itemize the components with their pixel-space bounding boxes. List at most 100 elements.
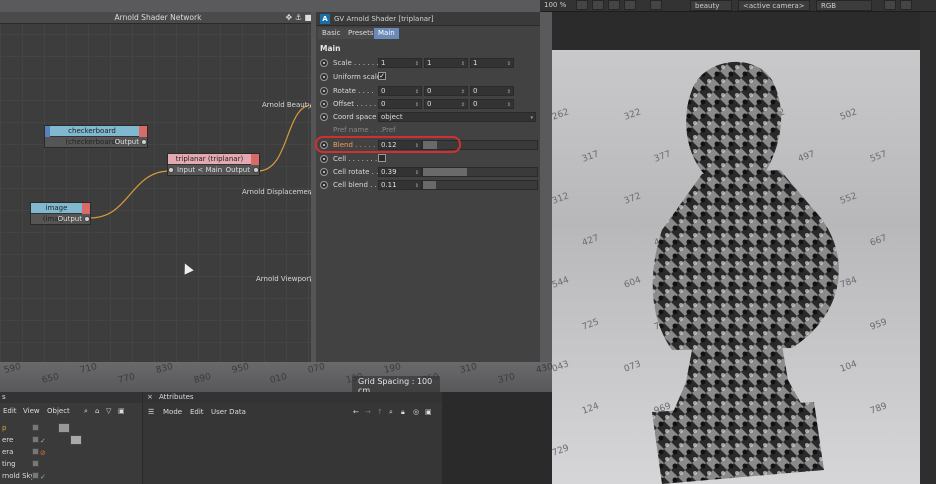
lock-icon[interactable]: 🔒︎ [401, 407, 405, 418]
spinner-icon[interactable]: ⇕ [415, 101, 419, 109]
grid-icon[interactable] [624, 0, 636, 10]
image-output-row[interactable]: Output [31, 214, 90, 224]
spinner-icon[interactable]: ⇕ [415, 60, 419, 68]
uniform-scale-keyframe-toggle[interactable] [320, 73, 328, 81]
triplanar-node[interactable]: triplanar (triplanar) Input < Main Outpu… [167, 153, 260, 176]
menu-user-data[interactable]: User Data [211, 407, 246, 418]
image-node[interactable]: image (image) Output [30, 202, 91, 225]
image-output-port[interactable] [84, 216, 90, 222]
snapshot-icon[interactable] [900, 0, 912, 10]
checkerboard-node[interactable]: checkerboard (checkerboard) Output [44, 125, 148, 148]
offset-x-field[interactable]: 0 ⇕ [378, 99, 422, 109]
cell-blend-keyframe-toggle[interactable] [320, 181, 328, 189]
visibility-tag-icon[interactable] [32, 460, 39, 467]
uniform-scale-checkbox[interactable]: ✓ [378, 72, 386, 80]
scale-keyframe-toggle[interactable] [320, 59, 328, 67]
zoom-readout[interactable]: 100 % [544, 0, 566, 11]
cell-blend-field[interactable]: 0.11 ⇕ [378, 180, 422, 190]
tab-main[interactable]: Main [374, 28, 399, 39]
up-arrow-icon[interactable]: ↑ [377, 407, 383, 418]
offset-z-field[interactable]: 0 ⇕ [470, 99, 514, 109]
spinner-icon[interactable]: ⇕ [461, 88, 465, 96]
arnold-displacement-output[interactable]: Arnold Displacement [242, 188, 315, 196]
scale-x-field[interactable]: 1 ⇕ [378, 58, 422, 68]
scale-z-field[interactable]: 1 ⇕ [470, 58, 514, 68]
right-scroll-strip[interactable] [920, 12, 936, 484]
filter-icon[interactable]: ▽ [106, 406, 111, 417]
menu-view[interactable]: View [23, 406, 40, 417]
material-tag-icon[interactable] [58, 423, 70, 433]
triplanar-io-row[interactable]: Input < Main Output [168, 165, 259, 175]
checkerboard-node-header[interactable]: checkerboard (checkerboard) [45, 126, 147, 146]
search-icon[interactable]: ⌕ [389, 407, 393, 418]
check-icon[interactable]: ✓ [40, 471, 46, 481]
no-render-icon[interactable]: ⊘ [40, 447, 46, 457]
spinner-icon[interactable]: ⇕ [461, 60, 465, 68]
rotate-x-field[interactable]: 0 ⇕ [378, 86, 422, 96]
forward-arrow-icon[interactable]: → [365, 407, 371, 418]
camera-icon[interactable] [608, 0, 620, 10]
object-row[interactable]: rnold Sky ✓ [0, 470, 142, 482]
menu-mode[interactable]: Mode [163, 407, 182, 418]
cell-checkbox[interactable] [378, 154, 386, 162]
coord-space-select[interactable]: object ▾ [378, 112, 536, 122]
spinner-icon[interactable]: ⇕ [507, 88, 511, 96]
region-icon[interactable] [592, 0, 604, 10]
pass-select[interactable]: beauty [690, 0, 732, 11]
rotate-keyframe-toggle[interactable] [320, 87, 328, 95]
spinner-icon[interactable]: ⇕ [415, 88, 419, 96]
triplanar-node-header[interactable]: triplanar (triplanar) [168, 154, 259, 165]
object-row[interactable]: ting [0, 458, 142, 470]
spinner-icon[interactable]: ⇕ [507, 101, 511, 109]
hamburger-icon[interactable]: ☰ [148, 407, 154, 418]
offset-keyframe-toggle[interactable] [320, 100, 328, 108]
offset-y-field[interactable]: 0 ⇕ [424, 99, 468, 109]
cell-rotate-keyframe-toggle[interactable] [320, 168, 328, 176]
object-row[interactable]: p [0, 422, 142, 434]
cell-blend-slider[interactable] [422, 180, 538, 190]
back-arrow-icon[interactable]: ← [353, 407, 359, 418]
visibility-tag-icon[interactable] [32, 436, 39, 443]
spinner-icon[interactable]: ⇕ [461, 101, 465, 109]
rotate-y-field[interactable]: 0 ⇕ [424, 86, 468, 96]
checkerboard-output-row[interactable]: Output [45, 137, 147, 147]
check-icon[interactable]: ✓ [40, 435, 46, 445]
render-view[interactable]: 2623223824425023173774374975573123724324… [552, 50, 920, 484]
brush-icon[interactable] [650, 0, 662, 10]
rotate-z-field[interactable]: 0 ⇕ [470, 86, 514, 96]
pause-icon[interactable] [884, 0, 896, 10]
image-node-header[interactable]: image (image) [31, 203, 90, 223]
triplanar-output-port[interactable] [253, 167, 259, 173]
render-icon[interactable] [576, 0, 588, 10]
cell-rotate-field[interactable]: 0.39 ⇕ [378, 167, 422, 177]
scale-y-field[interactable]: 1 ⇕ [424, 58, 468, 68]
menu-edit[interactable]: Edit [3, 406, 17, 417]
cell-keyframe-toggle[interactable] [320, 155, 328, 163]
spinner-icon[interactable]: ⇕ [415, 182, 419, 190]
cell-rotate-slider[interactable] [422, 167, 538, 177]
menu-object[interactable]: Object [47, 406, 70, 417]
spinner-icon[interactable]: ⇕ [507, 60, 511, 68]
tab-basic[interactable]: Basic [318, 28, 345, 39]
menu-edit[interactable]: Edit [190, 407, 204, 418]
expand-icon[interactable]: ▣ [118, 406, 125, 417]
arnold-beauty-output[interactable]: Arnold Beauty [262, 101, 312, 109]
camera-select[interactable]: <active camera> [738, 0, 810, 11]
target-icon[interactable]: ◎ [413, 407, 419, 418]
material-tag-icon[interactable] [70, 435, 82, 445]
object-row[interactable]: ere ✓ [0, 434, 142, 446]
object-row[interactable]: era ⊘ [0, 446, 142, 458]
chevron-down-icon[interactable]: ▾ [530, 114, 533, 122]
visibility-tag-icon[interactable] [32, 448, 39, 455]
visibility-tag-icon[interactable] [32, 424, 39, 431]
tab-presets[interactable]: Presets [344, 28, 378, 39]
arnold-viewport-output[interactable]: Arnold Viewport [256, 275, 312, 283]
search-icon[interactable]: ⌕ [84, 406, 88, 417]
home-icon[interactable]: ⌂ [95, 406, 99, 417]
coord-space-keyframe-toggle[interactable] [320, 113, 328, 121]
close-icon[interactable]: × [147, 392, 153, 403]
spinner-icon[interactable]: ⇕ [415, 169, 419, 177]
checkerboard-output-port[interactable] [141, 139, 147, 145]
expand-icon[interactable]: ▣ [425, 407, 432, 418]
triplanar-input-port[interactable] [168, 167, 174, 173]
